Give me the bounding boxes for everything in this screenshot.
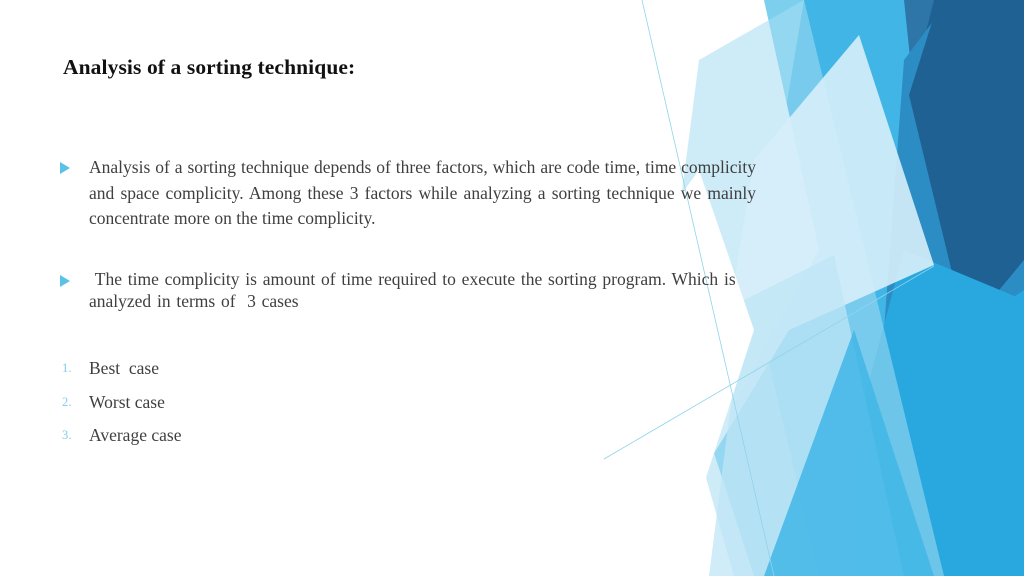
list-item-label: Worst case (89, 391, 165, 412)
list-item: 2. Worst case (56, 391, 556, 413)
list-number: 2. (62, 394, 72, 409)
list-item: 1. Best case (56, 357, 556, 379)
slide-content: Analysis of a sorting technique: Analysi… (0, 0, 790, 576)
bullet-text-1: Analysis of a sorting technique depends … (89, 157, 761, 228)
bullet-item-1: Analysis of a sorting technique depends … (56, 155, 756, 232)
triangle-bullet-icon (60, 162, 70, 174)
list-number: 3. (62, 428, 72, 442)
list-item-label: Best case (89, 358, 159, 378)
list-item-label: Average case (89, 425, 182, 445)
deco-shape-steel (864, 0, 1024, 576)
triangle-bullet-icon (60, 274, 70, 287)
deco-shape-bright-lower2 (934, 290, 1024, 576)
list-number: 1. (62, 361, 72, 375)
page-title: Analysis of a sorting technique: (63, 55, 356, 79)
bullet-text-2: The time complicity is amount of time re… (89, 268, 742, 312)
deco-shape-deep-wedge (909, 0, 1024, 330)
numbered-list: 1. Best case 2. Worst case 3. Average ca… (56, 357, 556, 458)
bullet-item-2: The time complicity is amount of time re… (56, 268, 756, 313)
deco-shape-mid (884, 0, 1024, 576)
deco-shape-bright-lower (854, 250, 1024, 576)
deco-shape-deep (904, 0, 1024, 380)
list-item: 3. Average case (56, 424, 556, 446)
slide: Analysis of a sorting technique: Analysi… (0, 0, 1024, 576)
bullet-list: Analysis of a sorting technique depends … (56, 155, 756, 313)
